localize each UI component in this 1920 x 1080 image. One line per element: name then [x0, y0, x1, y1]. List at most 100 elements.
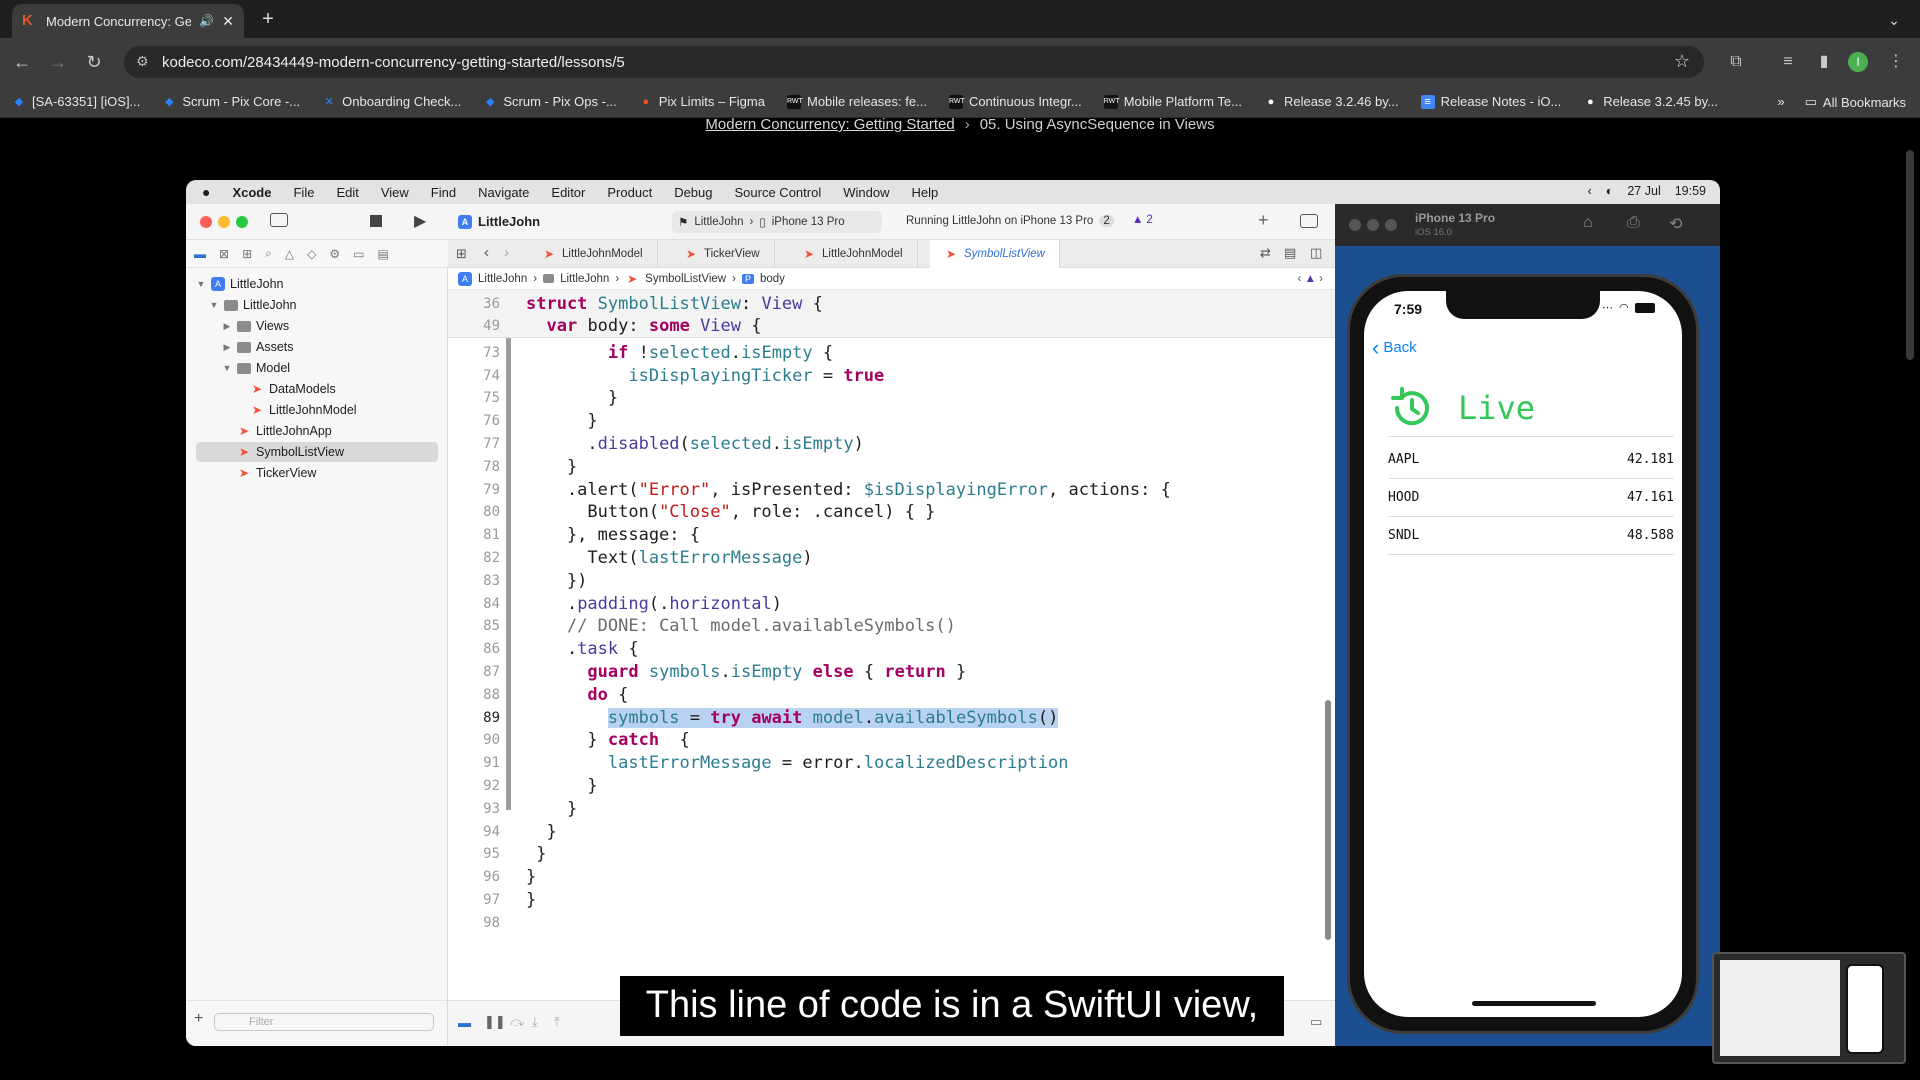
sidebar-toggle-icon[interactable] — [270, 213, 288, 227]
navigator-item[interactable]: ➤ SymbolListView — [196, 442, 438, 462]
bookmark-item[interactable]: ● Pix Limits – Figma — [639, 94, 765, 109]
issue-nav-arrows-icon[interactable]: ‹ ▲ › — [1298, 273, 1323, 285]
disclosure-closed-icon[interactable]: ▶ — [222, 342, 232, 353]
menu-item[interactable]: Editor — [551, 185, 585, 200]
close-window-button[interactable] — [1349, 219, 1361, 231]
navigator-item[interactable]: ▶ Assets — [186, 337, 436, 357]
editor-scrollbar[interactable] — [1325, 700, 1331, 940]
editor-options-icon[interactable]: ▤ — [1284, 245, 1296, 261]
source-control-icon[interactable]: ⊠ — [219, 247, 229, 261]
editor-tab[interactable]: ➤ TickerView — [670, 240, 775, 268]
add-file-icon[interactable]: + — [194, 1010, 203, 1028]
editor-tab[interactable]: ➤ LittleJohnModel — [788, 240, 918, 268]
step-in-icon[interactable]: ⤓ — [532, 1014, 538, 1030]
debug-navigator-icon[interactable]: ⚙ — [329, 247, 340, 261]
step-over-icon[interactable]: ⤼ — [510, 1014, 524, 1030]
site-info-icon[interactable]: ⚙ — [136, 53, 149, 70]
project-navigator-icon[interactable]: ▬ — [194, 247, 206, 261]
scheme-selector[interactable]: ⚑ LittleJohn › ▯ iPhone 13 Pro — [672, 211, 882, 233]
menu-item[interactable]: Xcode — [232, 185, 271, 200]
menu-item[interactable]: Debug — [674, 185, 712, 200]
menu-item[interactable]: View — [381, 185, 409, 200]
chrome-menu-icon[interactable]: ⋮ — [1884, 50, 1908, 74]
browser-tab[interactable]: K Modern Concurrency: Ge 🔊 ✕ — [12, 4, 244, 38]
minimize-window-button[interactable] — [218, 216, 230, 228]
navigator-item[interactable]: ➤ LittleJohnApp — [186, 421, 436, 441]
source-editor[interactable]: 36 struct SymbolListView: View {49 var bo… — [448, 290, 1335, 1000]
menu-item[interactable]: Source Control — [735, 185, 822, 200]
breakpoint-navigator-icon[interactable]: ▭ — [353, 247, 364, 261]
new-tab-button[interactable]: + — [256, 8, 280, 32]
profile-avatar[interactable]: I — [1848, 50, 1872, 74]
navigate-back-icon[interactable]: ‹ — [484, 244, 489, 261]
close-tab-icon[interactable]: ✕ — [222, 13, 234, 30]
page-scrollbar[interactable] — [1906, 150, 1914, 360]
bookmark-item[interactable]: ≡ Release Notes - iO... — [1420, 94, 1561, 109]
speaker-icon[interactable]: 🔊 — [199, 14, 214, 28]
menu-item[interactable]: Help — [911, 185, 938, 200]
bookmark-item[interactable]: ◆ Scrum - Pix Core -... — [162, 94, 300, 109]
reload-icon[interactable]: ↻ — [82, 50, 106, 74]
bookmark-item[interactable]: RWT Mobile releases: fe... — [786, 94, 927, 109]
run-icon[interactable]: ▶ — [414, 211, 426, 231]
find-navigator-icon[interactable]: ⌕ — [265, 246, 272, 261]
zoom-window-button[interactable] — [1385, 219, 1397, 231]
forward-arrow-icon[interactable]: → — [46, 50, 70, 74]
navigator-item[interactable]: ▼ LittleJohn — [186, 295, 436, 315]
navigator-item[interactable]: ➤ DataModels — [186, 379, 436, 399]
video-preview-thumbnail[interactable] — [1712, 952, 1906, 1064]
menu-item[interactable]: File — [293, 185, 314, 200]
grid-icon[interactable]: ⊞ — [456, 246, 467, 262]
breadcrumb-course-link[interactable]: Modern Concurrency: Getting Started — [705, 116, 954, 133]
menu-item[interactable]: Navigate — [478, 185, 529, 200]
issue-navigator-icon[interactable]: △ — [285, 247, 294, 261]
extensions-icon[interactable]: ⧉ — [1724, 50, 1748, 74]
test-navigator-icon[interactable]: ◇ — [307, 247, 316, 261]
screenshot-icon[interactable]: ⎙ — [1627, 214, 1640, 232]
debug-area-toggle-icon[interactable]: ▭ — [1310, 1014, 1322, 1030]
disclosure-open-icon[interactable]: ▼ — [196, 279, 206, 289]
bookmark-item[interactable]: RWT Continuous Integr... — [948, 94, 1082, 109]
stop-icon[interactable] — [370, 215, 382, 227]
editor-tab-active[interactable]: ➤ SymbolListView — [930, 240, 1060, 268]
jump-bar-item[interactable]: body — [760, 273, 785, 285]
split-editor-icon[interactable]: ◫ — [1310, 245, 1322, 261]
apple-logo-icon[interactable]: ● — [202, 184, 210, 200]
navigator-item[interactable]: ▶ Views — [186, 316, 436, 336]
jump-bar-item[interactable]: LittleJohn — [478, 273, 527, 285]
breakpoints-toggle-icon[interactable]: ▬ — [458, 1015, 471, 1030]
all-bookmarks-button[interactable]: ▭ All Bookmarks — [1805, 94, 1906, 110]
bookmark-item[interactable]: ✕ Onboarding Check... — [322, 94, 462, 109]
jump-bar-item[interactable]: LittleJohn — [560, 273, 609, 285]
step-out-icon[interactable]: ⤒ — [554, 1014, 560, 1030]
inspector-toggle-icon[interactable] — [1300, 214, 1318, 228]
bookmark-item[interactable]: RWT Mobile Platform Te... — [1103, 94, 1242, 109]
back-button[interactable]: ‹ Back — [1372, 336, 1417, 358]
navigate-forward-icon[interactable]: › — [504, 244, 509, 261]
disclosure-open-icon[interactable]: ▼ — [222, 363, 232, 373]
control-center-icon[interactable]: ◐ — [1606, 184, 1614, 198]
bookmark-star-icon[interactable]: ☆ — [1674, 51, 1690, 72]
jump-bar-item[interactable]: SymbolListView — [645, 273, 726, 285]
bookmark-item[interactable]: ● Release 3.2.46 by... — [1264, 94, 1399, 109]
navigator-item[interactable]: ➤ TickerView — [186, 463, 436, 483]
side-panel-icon[interactable]: ▮ — [1812, 50, 1836, 74]
media-controls-icon[interactable]: ≡ — [1776, 50, 1800, 74]
home-icon[interactable]: ⌂ — [1583, 214, 1593, 232]
warning-indicator[interactable]: ▲ 2 — [1132, 214, 1153, 226]
menu-item[interactable]: Find — [431, 185, 456, 200]
bookmark-item[interactable]: ● Release 3.2.45 by... — [1583, 94, 1718, 109]
report-navigator-icon[interactable]: ▤ — [377, 247, 388, 261]
navigator-item[interactable]: ➤ LittleJohnModel — [186, 400, 436, 420]
pause-icon[interactable]: ❚❚ — [484, 1014, 506, 1030]
disclosure-closed-icon[interactable]: ▶ — [222, 321, 232, 332]
navigator-item[interactable]: ▼ Model — [186, 358, 436, 378]
editor-tab[interactable]: ➤ LittleJohnModel — [528, 240, 658, 268]
menu-item[interactable]: Product — [607, 185, 652, 200]
navigator-item[interactable]: ▼ A LittleJohn — [186, 274, 436, 294]
add-library-icon[interactable]: + — [1258, 210, 1269, 231]
symbol-navigator-icon[interactable]: ⊞ — [242, 247, 252, 261]
bookmark-item[interactable]: ◆ [SA-63351] [iOS]... — [12, 94, 141, 109]
close-window-button[interactable] — [200, 216, 212, 228]
menu-item[interactable]: Window — [843, 185, 889, 200]
